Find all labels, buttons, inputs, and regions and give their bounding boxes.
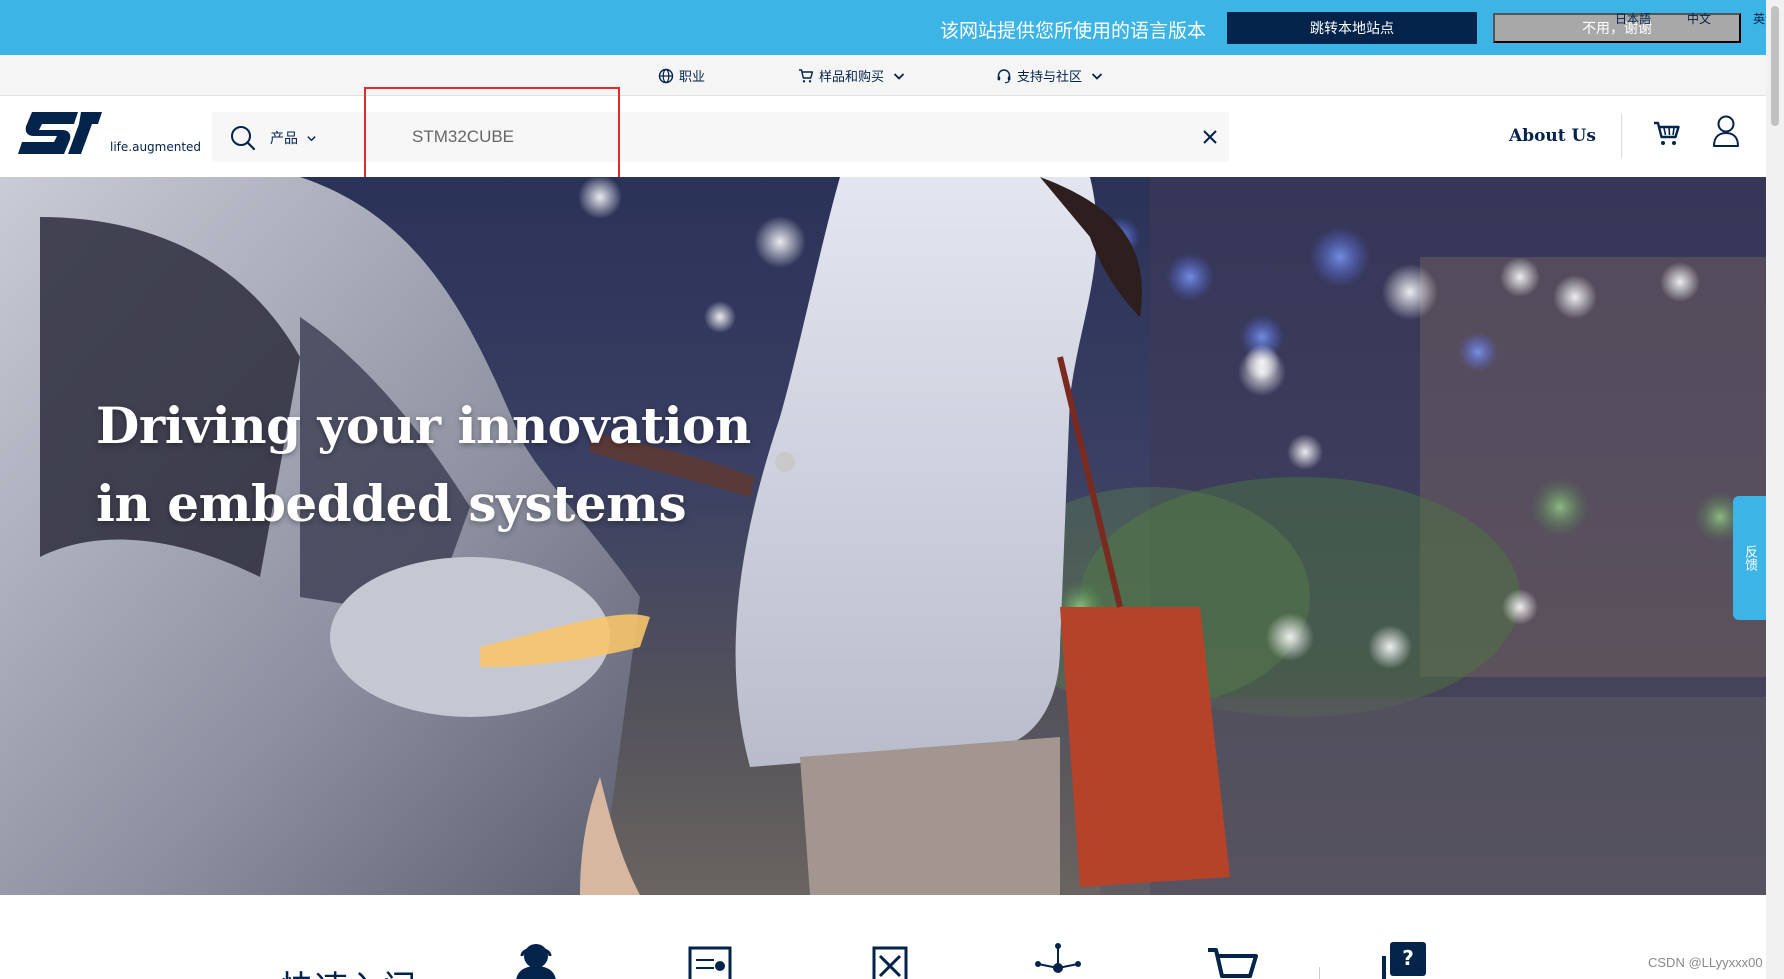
quick-links-divider [1319,967,1320,979]
highlight-annotation-box [364,87,620,182]
feedback-tab[interactable]: 反馈 [1733,496,1766,620]
help-icon[interactable]: ? [1380,942,1432,979]
hero-title-line2: in embedded systems [96,474,687,533]
support-community-menu[interactable]: 支持与社区 [996,66,1103,85]
hero-banner: Driving your innovation in embedded syst… [0,177,1766,895]
language-link-chinese[interactable]: 中文 [1666,10,1732,27]
user-icon[interactable] [1712,114,1740,148]
jump-local-site-button[interactable]: 跳转本地站点 [1227,12,1477,44]
language-links: 日本語 中文 英语 [1600,10,1784,27]
logo-tagline: life.augmented [110,140,202,154]
close-icon[interactable] [1201,128,1219,146]
scrollbar-thumb[interactable] [1771,6,1779,126]
header-divider [1621,114,1622,158]
category-select-label: 产品 [270,131,298,147]
svg-text:?: ? [1402,946,1414,970]
hero-title-line1: Driving your innovation [96,396,751,455]
cart-icon [799,68,814,82]
quick-start-section: 快速入门 ? CSDN @LLyyxxx00 [0,895,1766,979]
support-community-label: 支持与社区 [1017,70,1083,85]
category-select[interactable]: 产品 [270,128,317,148]
about-us-link[interactable]: About Us [1509,126,1596,146]
careers-link[interactable]: 职业 [658,66,705,85]
st-logo-mark [18,112,102,154]
globe-icon [658,68,674,83]
network-icon[interactable] [1032,942,1084,979]
site-header: life.augmented 产品 About Us [0,96,1766,177]
language-link-japanese[interactable]: 日本語 [1600,10,1666,27]
chevron-down-icon [893,72,905,80]
page-scrollbar[interactable] [1766,0,1784,979]
chevron-down-icon [1091,72,1103,80]
feedback-label: 反馈 [1742,545,1757,571]
language-message: 该网站提供您所使用的语言版本 [940,20,1207,42]
cart-icon[interactable] [1206,942,1258,979]
search-icon[interactable] [230,125,256,151]
samples-buy-label: 样品和购买 [819,70,885,85]
hero-title: Driving your innovation in embedded syst… [96,387,751,543]
tools-icon[interactable] [864,942,916,979]
samples-buy-menu[interactable]: 样品和购买 [798,66,905,85]
headset-icon [997,68,1011,83]
support-person-icon[interactable] [508,942,560,979]
chevron-down-icon [307,135,316,141]
careers-label: 职业 [679,70,706,85]
csdn-watermark: CSDN @LLyyxxx00 [1648,955,1763,970]
st-logo[interactable]: life.augmented [18,110,201,156]
language-banner: 该网站提供您所使用的语言版本 跳转本地站点 不用，谢谢 日本語 中文 英语 [0,0,1777,55]
dashboard-icon[interactable] [684,942,736,979]
shopping-cart-icon[interactable] [1652,118,1682,148]
quick-start-title: 快速入门 [280,961,416,979]
utility-nav: 职业 样品和购买 支持与社区 [0,55,1766,96]
